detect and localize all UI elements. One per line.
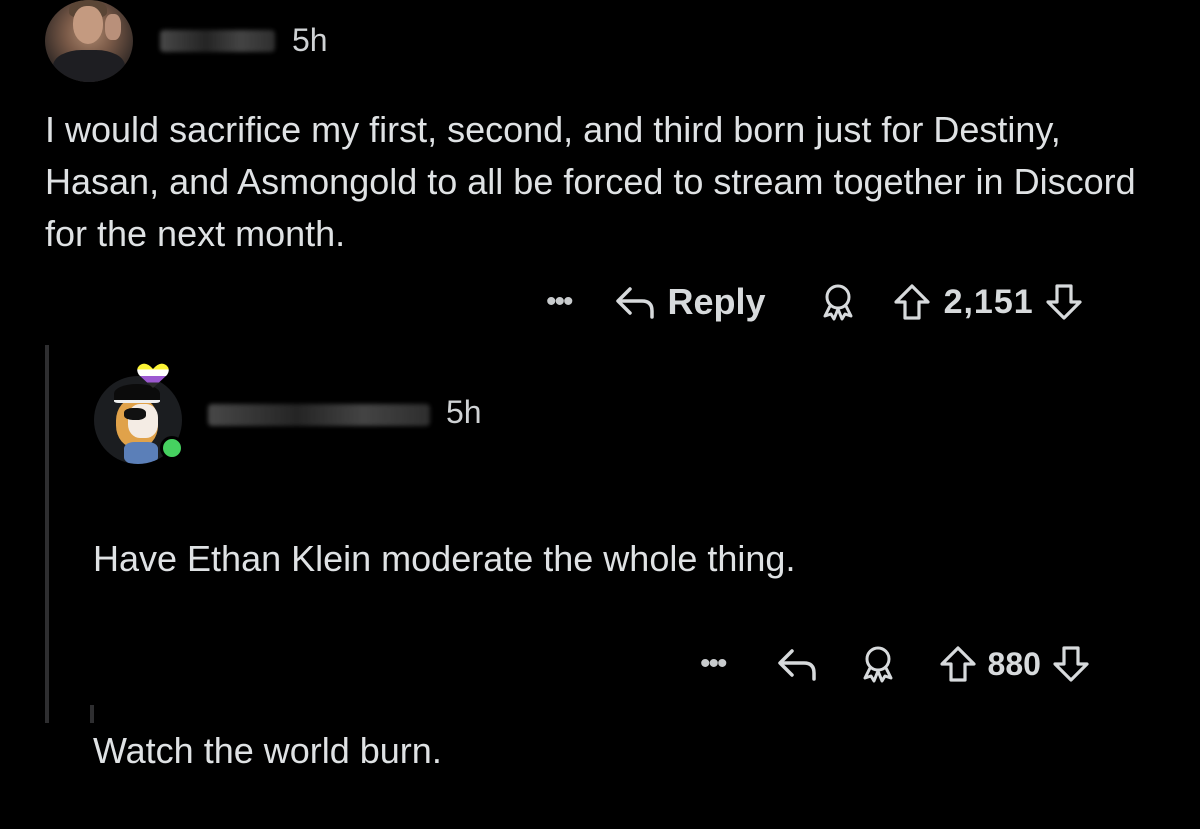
more-options-button[interactable]: ••• — [546, 287, 573, 317]
comment-body: I would sacrifice my first, second, and … — [45, 109, 1136, 254]
username-redacted[interactable] — [208, 404, 430, 426]
more-options-button[interactable]: ••• — [700, 649, 727, 679]
award-icon[interactable] — [858, 644, 898, 684]
online-status-dot — [160, 436, 184, 460]
reply-arrow-icon[interactable] — [774, 645, 818, 683]
avatar-hand — [105, 14, 121, 40]
avatar-face — [73, 6, 103, 44]
comment-timestamp: 5h — [446, 394, 482, 430]
eyepatch — [124, 408, 146, 420]
award-icon[interactable] — [818, 282, 858, 322]
vote-count: 2,151 — [943, 282, 1034, 321]
avatar[interactable] — [45, 0, 133, 82]
comment-actions: ••• Reply 2,151 — [546, 281, 1084, 323]
upvote-arrow-icon[interactable] — [892, 282, 932, 322]
avatar-shirt — [53, 50, 125, 82]
thread-collapse-line[interactable] — [45, 345, 49, 723]
avatar-body — [124, 442, 158, 464]
comment-paragraph: Have Ethan Klein moderate the whole thin… — [93, 538, 796, 579]
upvote-arrow-icon[interactable] — [938, 644, 978, 684]
reply-actions: ••• 880 — [700, 644, 1091, 684]
reply-button[interactable]: Reply — [668, 281, 766, 323]
reply-arrow-icon[interactable] — [612, 283, 656, 321]
downvote-arrow-icon[interactable] — [1051, 644, 1091, 684]
heart-flair-icon — [136, 363, 170, 394]
downvote-arrow-icon[interactable] — [1044, 282, 1084, 322]
comment-paragraph: Watch the world burn. — [93, 730, 442, 771]
comment-timestamp: 5h — [292, 22, 328, 58]
username-redacted[interactable] — [160, 30, 275, 52]
vote-count: 880 — [987, 645, 1041, 682]
